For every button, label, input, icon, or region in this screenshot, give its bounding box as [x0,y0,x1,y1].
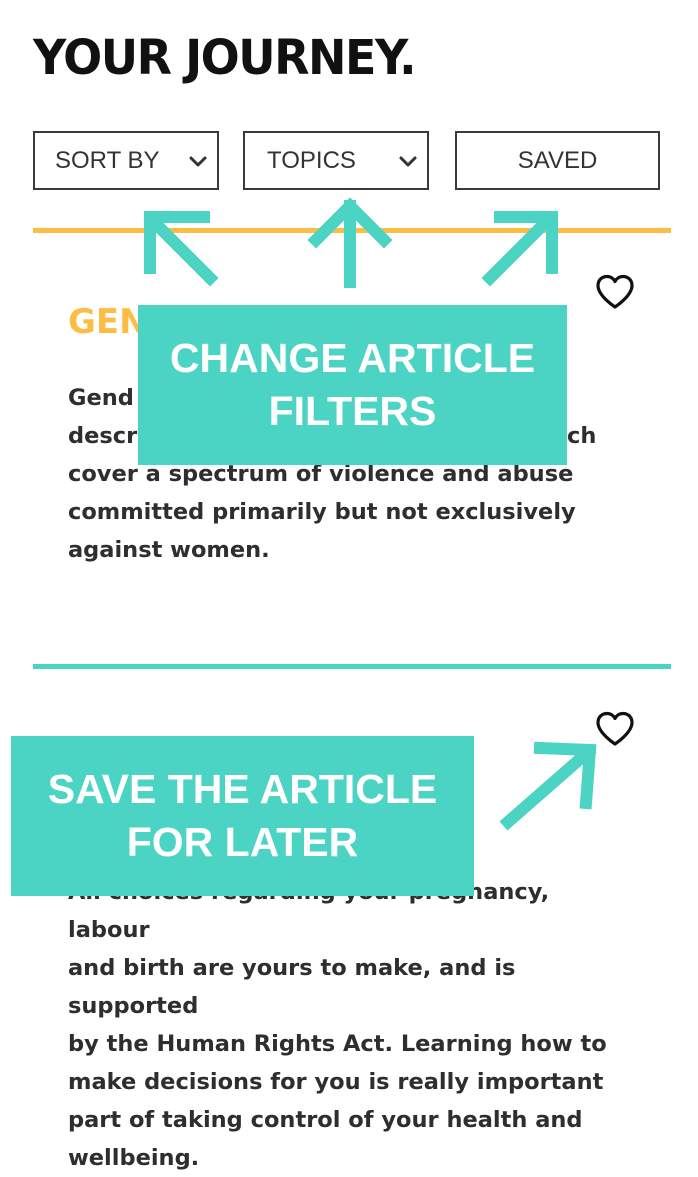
arrow-up-right-icon [499,741,597,831]
heart-icon[interactable] [595,274,635,310]
arrow-up-right-icon [481,211,558,287]
article-excerpt: All choices regarding your pregnancy, la… [68,873,638,1177]
excerpt-line: descr [68,423,138,449]
callout-change-filters: CHANGE ARTICLE FILTERS [138,305,567,465]
excerpt-line: make decisions for you is really importa… [68,1069,604,1095]
excerpt-fragment: ch [567,423,597,449]
callout-line: CHANGE ARTICLE [169,335,536,381]
article-divider-yellow [33,228,671,233]
excerpt-line: committed primarily but not exclusively [68,499,576,525]
excerpt-line: Gend [68,385,134,411]
chevron-down-icon [189,156,207,167]
page-title: YOUR JOURNEY. [33,28,417,86]
sort-by-dropdown[interactable]: SORT BY [33,131,219,190]
excerpt-line: part of taking control of your health an… [68,1107,583,1133]
arrow-up-icon [307,197,393,288]
saved-button[interactable]: SAVED [455,131,660,190]
article-divider-teal [33,664,671,669]
heart-icon[interactable] [595,711,635,747]
callout-save-article: SAVE THE ARTICLE FOR LATER [11,736,474,896]
topics-label: TOPICS [267,146,356,174]
saved-label: SAVED [517,146,598,174]
excerpt-line: against women. [68,537,270,563]
topics-dropdown[interactable]: TOPICS [243,131,429,190]
sort-by-label: SORT BY [55,146,160,174]
arrow-up-left-icon [143,211,219,287]
excerpt-line: wellbeing. [68,1145,200,1171]
callout-line: FOR LATER [126,819,359,865]
callout-line: SAVE THE ARTICLE [47,766,438,812]
article-title[interactable]: GEN [68,302,148,342]
chevron-down-icon [399,156,417,167]
callout-line: FILTERS [268,388,437,434]
excerpt-line: and birth are yours to make, and is supp… [68,955,516,1019]
excerpt-line: by the Human Rights Act. Learning how to [68,1031,607,1057]
